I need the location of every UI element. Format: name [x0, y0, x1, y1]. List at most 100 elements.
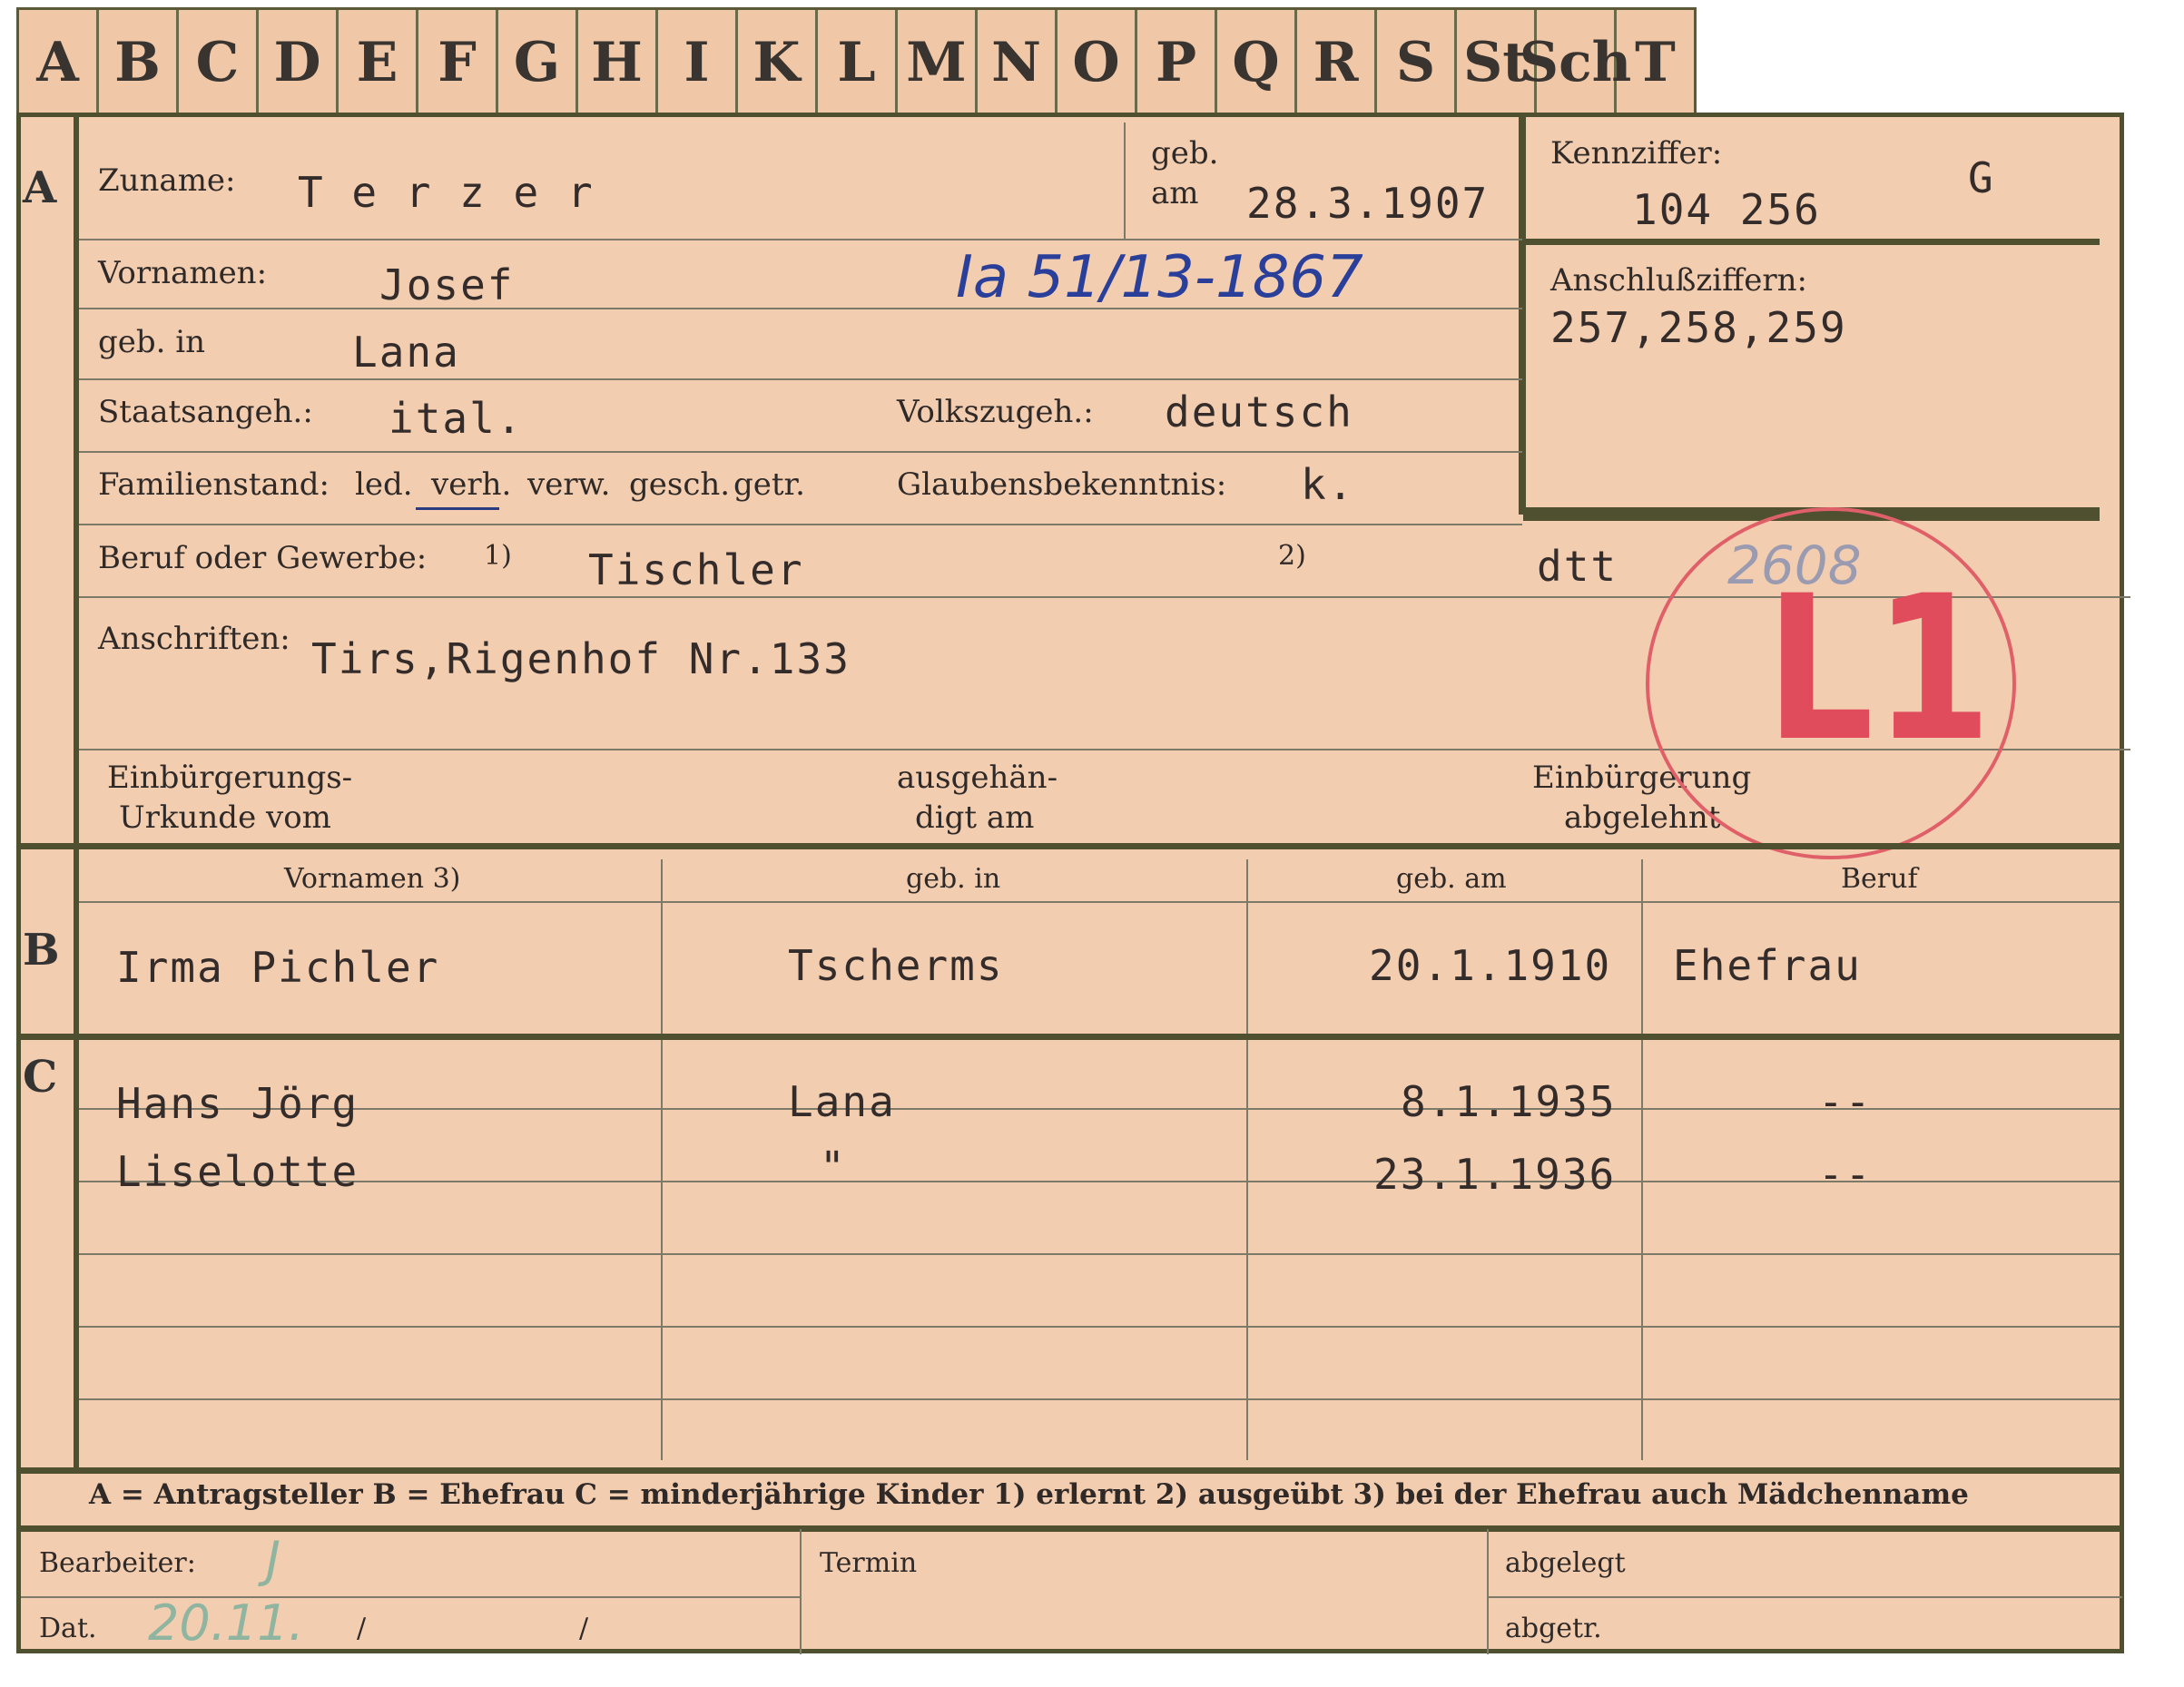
date-slash-1: / [357, 1613, 367, 1644]
tab-t[interactable]: T [1617, 10, 1694, 115]
tab-b[interactable]: B [99, 10, 179, 115]
ethnicity-value: deutsch [1165, 387, 1353, 436]
religion-label: Glaubensbekenntnis: [897, 466, 1227, 503]
birthplace-value: Lana [352, 328, 460, 377]
naturalization-certificate-label-1: Einbürgerungs- [107, 760, 353, 796]
naturalization-certificate-label-2: Urkunde vom [119, 799, 331, 836]
tab-n[interactable]: N [978, 10, 1058, 115]
wife-birthplace: Tscherms [788, 941, 1004, 990]
child-1-profession: -- [1818, 1077, 1873, 1126]
section-c-marker: C [23, 1052, 58, 1103]
first-names-value: Josef [379, 260, 515, 309]
tab-i[interactable]: I [658, 10, 738, 115]
tab-c[interactable]: C [179, 10, 259, 115]
marital-status-label: Familienstand: [98, 466, 330, 503]
col-divider-3 [1641, 859, 1643, 1460]
stamp-code: L1 [1765, 553, 1992, 785]
processor-label: Bearbeiter: [39, 1547, 196, 1579]
separated-label: abgetr. [1505, 1613, 1602, 1644]
tab-a[interactable]: A [19, 10, 99, 115]
col-divider-2 [1246, 859, 1248, 1460]
tab-s[interactable]: S [1377, 10, 1457, 115]
footer-mid-rule-left [21, 1596, 800, 1598]
col-divider-1 [661, 859, 663, 1460]
tab-e[interactable]: E [339, 10, 418, 115]
citizenship-value: ital. [389, 394, 524, 443]
marital-option-led: led. [355, 466, 413, 503]
wife-name: Irma Pichler [116, 943, 440, 992]
marital-option-verw: verw. [527, 466, 611, 503]
surname-label: Zuname: [98, 162, 236, 199]
section-b-header-rule [79, 901, 2120, 903]
anschlussziffern-value: 257,258,259 [1550, 303, 1847, 352]
row-rule-5 [79, 524, 1522, 525]
marital-option-verh: verh. [431, 466, 512, 503]
tab-sch[interactable]: Sch [1520, 10, 1631, 115]
registration-card: A B C Zuname: T e r z e r geb. am 28.3.1… [16, 113, 2130, 1654]
child-1-birthplace: Lana [788, 1077, 896, 1126]
legend-text: A = Antragsteller B = Ehefrau C = minder… [89, 1478, 1969, 1511]
left-section-rule [74, 117, 79, 1469]
birthdate-label-geb: geb. [1151, 135, 1219, 172]
address-value: Tirs,Rigenhof Nr.133 [311, 634, 851, 683]
child-2-profession: -- [1818, 1150, 1873, 1199]
section-b-marker: B [23, 925, 60, 976]
col-header-first-names: Vornamen 3) [284, 863, 461, 895]
birthdate-label-am: am [1151, 175, 1199, 211]
handed-out-label-2: digt am [915, 799, 1035, 836]
tab-m[interactable]: M [898, 10, 978, 115]
tab-r[interactable]: R [1297, 10, 1377, 115]
child-row-rule-1 [79, 1108, 2120, 1110]
address-label: Anschriften: [98, 621, 290, 657]
marital-option-gesch: gesch. [629, 466, 731, 503]
col-header-birthdate: geb. am [1396, 863, 1507, 895]
profession-note: dtt [1537, 542, 1618, 591]
kennziffer-letter: G [1968, 153, 1995, 202]
tab-p[interactable]: P [1137, 10, 1217, 115]
tab-o[interactable]: O [1058, 10, 1137, 115]
handed-out-label-1: ausgehän- [897, 760, 1058, 796]
tab-k[interactable]: K [738, 10, 818, 115]
tab-d[interactable]: D [259, 10, 339, 115]
footer-divider-1 [800, 1529, 802, 1654]
date-slash-2: / [579, 1613, 589, 1644]
tab-h[interactable]: H [578, 10, 658, 115]
legend-top-rule [21, 1467, 2120, 1474]
col-header-profession: Beruf [1841, 863, 1918, 895]
row-rule-1 [79, 239, 1522, 240]
birthdate-value: 28.3.1907 [1246, 179, 1490, 228]
footer-mid-rule-right [1487, 1596, 2122, 1598]
file-reference-handwritten: Ia 51/13-1867 [956, 244, 1363, 311]
child-1-name: Hans Jörg [116, 1079, 359, 1128]
tab-f[interactable]: F [418, 10, 498, 115]
birthplace-label: geb. in [98, 324, 206, 360]
deadline-label: Termin [820, 1547, 918, 1579]
child-1-birthdate: 8.1.1935 [1401, 1077, 1617, 1126]
row-rule-4 [79, 451, 1522, 453]
tab-g[interactable]: G [498, 10, 578, 115]
col-header-birthplace: geb. in [906, 863, 1001, 895]
marital-option-getr: getr. [733, 466, 805, 503]
kennziffer-value: 104 256 [1632, 185, 1821, 234]
date-mark-handwritten: 20.11. [148, 1594, 304, 1652]
filed-label: abgelegt [1505, 1547, 1626, 1579]
section-c-top-rule [21, 1034, 2120, 1040]
profession-footnote-2: 2) [1278, 540, 1306, 572]
ethnicity-label: Volkszugeh.: [897, 394, 1094, 430]
birthdate-divider [1124, 123, 1126, 240]
footer-divider-2 [1487, 1529, 1489, 1654]
child-row-rule-2 [79, 1181, 2120, 1182]
tab-q[interactable]: Q [1217, 10, 1297, 115]
child-2-name: Liselotte [116, 1147, 359, 1196]
child-row-rule-5 [79, 1398, 2120, 1400]
profession-footnote-1: 1) [484, 540, 512, 572]
kennziffer-box-divider [1523, 239, 2100, 245]
alphabet-tab-strip: A B C D E F G H I K L M N O P Q R S St S… [16, 7, 1697, 115]
legend-bottom-rule [21, 1525, 2120, 1532]
row-rule-2 [79, 308, 1522, 309]
tab-l[interactable]: L [818, 10, 898, 115]
section-a-marker: A [23, 162, 57, 213]
religion-value: k. [1301, 460, 1355, 509]
child-row-rule-4 [79, 1326, 2120, 1328]
processor-mark-handwritten: J [266, 1531, 280, 1588]
